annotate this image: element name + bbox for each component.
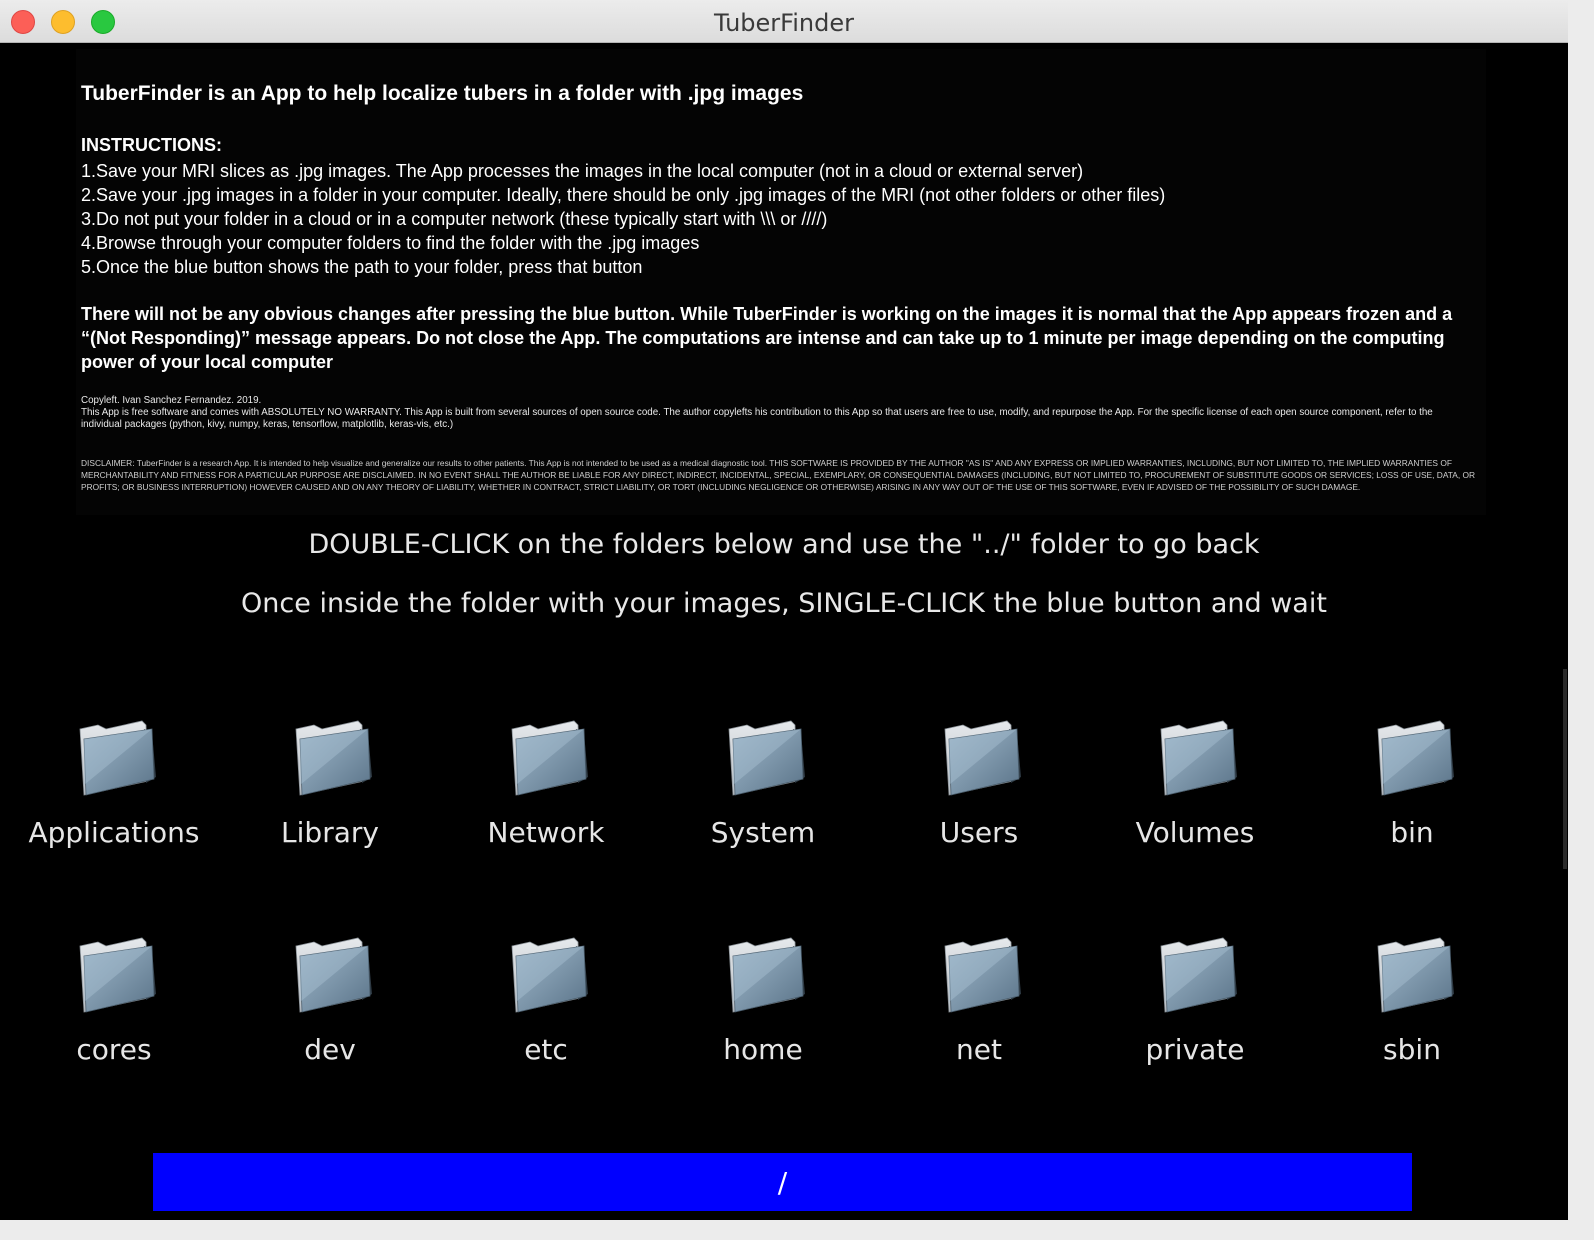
folder-label: cores bbox=[76, 1033, 152, 1066]
folder-browser: Applications Library Network System Users Vol… bbox=[0, 703, 1568, 1143]
disclaimer-text: DISCLAIMER: TuberFinder is a research Ap… bbox=[81, 458, 1476, 492]
instruction-step: 4.Browse through your computer folders t… bbox=[81, 233, 700, 253]
folder-icon bbox=[1160, 937, 1237, 1013]
action-hint: Once inside the folder with your images,… bbox=[241, 588, 1327, 619]
instructions-heading: INSTRUCTIONS: bbox=[81, 135, 222, 155]
folder-item[interactable]: private bbox=[1095, 920, 1295, 1090]
folder-label: Applications bbox=[28, 816, 200, 849]
copyright-notice: Copyleft. Ivan Sanchez Fernandez. 2019. … bbox=[81, 395, 1476, 431]
license-text: This App is free software and comes with… bbox=[81, 407, 1433, 430]
processing-warning: There will not be any obvious changes af… bbox=[81, 304, 1453, 372]
folder-item[interactable]: net bbox=[879, 920, 1079, 1090]
folder-item[interactable]: bin bbox=[1312, 703, 1512, 873]
folder-icon bbox=[511, 937, 588, 1013]
instruction-step: 3.Do not put your folder in a cloud or i… bbox=[81, 209, 828, 229]
folder-icon bbox=[79, 720, 156, 796]
navigation-hint: DOUBLE-CLICK on the folders below and us… bbox=[308, 529, 1260, 560]
folder-label: Volumes bbox=[1135, 816, 1255, 849]
folder-item[interactable]: cores bbox=[14, 920, 214, 1090]
folder-label: bin bbox=[1390, 816, 1434, 849]
folder-label: Network bbox=[487, 816, 605, 849]
folder-label: net bbox=[956, 1033, 1002, 1066]
folder-item[interactable]: dev bbox=[230, 920, 430, 1090]
folder-label: System bbox=[710, 816, 816, 849]
folder-item[interactable]: home bbox=[663, 920, 863, 1090]
folder-icon bbox=[295, 937, 372, 1013]
instruction-step: 2.Save your .jpg images in a folder in y… bbox=[81, 185, 1166, 205]
folder-icon bbox=[944, 937, 1021, 1013]
folder-label: sbin bbox=[1383, 1033, 1441, 1066]
folder-label: dev bbox=[304, 1033, 356, 1066]
app-content: TuberFinder is an App to help localize t… bbox=[0, 43, 1568, 1220]
instruction-step: 5.Once the blue button shows the path to… bbox=[81, 257, 643, 277]
folder-icon bbox=[944, 720, 1021, 796]
folder-icon bbox=[511, 720, 588, 796]
app-window: TuberFinder TuberFinder is an App to hel… bbox=[0, 0, 1568, 1220]
folder-icon bbox=[79, 937, 156, 1013]
copyright-line: Copyleft. Ivan Sanchez Fernandez. 2019. bbox=[81, 395, 262, 406]
folder-label: home bbox=[723, 1033, 803, 1066]
folder-item[interactable]: Library bbox=[230, 703, 430, 873]
folder-item[interactable]: System bbox=[663, 703, 863, 873]
app-description: TuberFinder is an App to help localize t… bbox=[81, 82, 804, 105]
folder-label: Library bbox=[281, 816, 379, 849]
folder-icon bbox=[1377, 720, 1454, 796]
folder-item[interactable]: etc bbox=[446, 920, 646, 1090]
folder-item[interactable]: Volumes bbox=[1095, 703, 1295, 873]
scrollbar[interactable] bbox=[1563, 669, 1567, 869]
instructions-panel: TuberFinder is an App to help localize t… bbox=[76, 49, 1486, 515]
instruction-step: 1.Save your MRI slices as .jpg images. T… bbox=[81, 161, 1084, 181]
folder-item[interactable]: Applications bbox=[14, 703, 214, 873]
folder-label: private bbox=[1145, 1033, 1245, 1066]
title-bar[interactable]: TuberFinder bbox=[0, 0, 1568, 43]
folder-item[interactable]: Network bbox=[446, 703, 646, 873]
folder-icon bbox=[728, 937, 805, 1013]
instructions-list: 1.Save your MRI slices as .jpg images. T… bbox=[81, 159, 1165, 279]
folder-icon bbox=[728, 720, 805, 796]
folder-icon bbox=[1377, 937, 1454, 1013]
window-title: TuberFinder bbox=[714, 9, 854, 37]
folder-item[interactable]: sbin bbox=[1312, 920, 1512, 1090]
folder-icon bbox=[295, 720, 372, 796]
folder-label: Users bbox=[939, 816, 1019, 849]
folder-item[interactable]: Users bbox=[879, 703, 1079, 873]
folder-label: etc bbox=[524, 1033, 568, 1066]
process-folder-button[interactable]: / bbox=[153, 1153, 1412, 1211]
folder-icon bbox=[1160, 720, 1237, 796]
